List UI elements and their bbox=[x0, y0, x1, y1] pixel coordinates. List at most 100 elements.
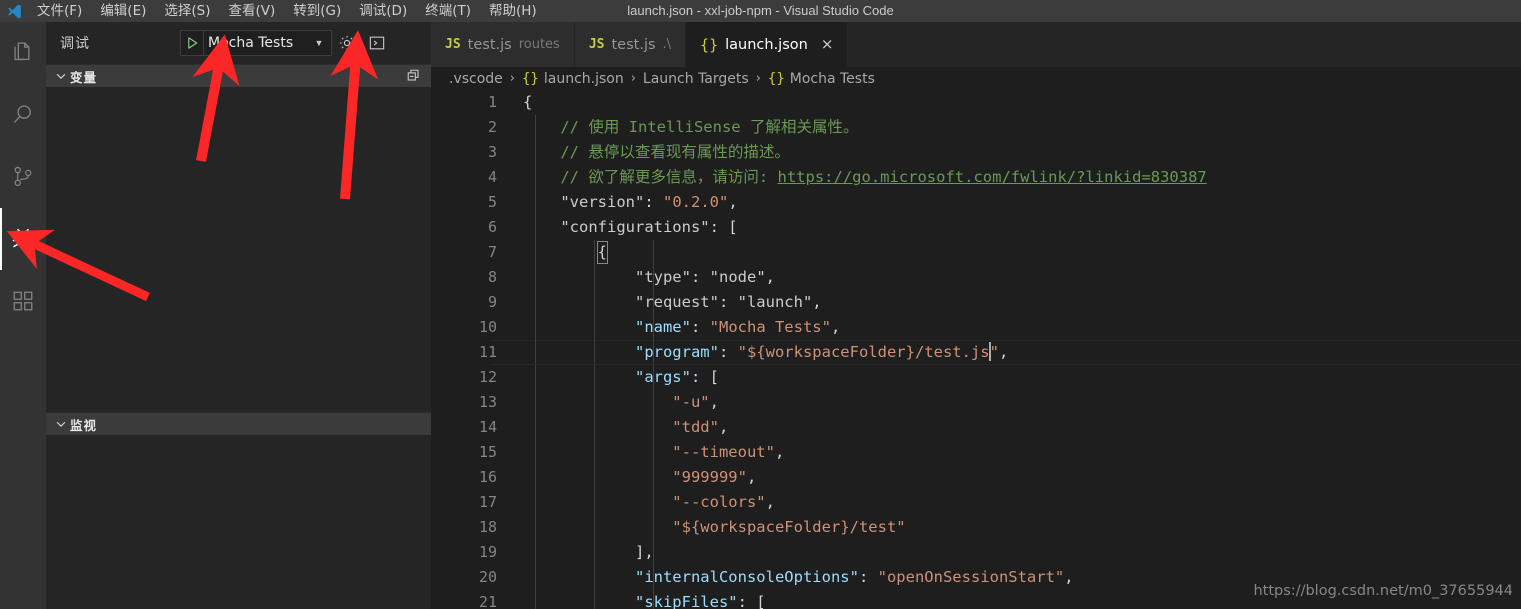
menu-help[interactable]: 帮助(H) bbox=[480, 0, 546, 22]
line-number: 6 bbox=[487, 218, 497, 236]
menu-edit[interactable]: 编辑(E) bbox=[91, 0, 155, 22]
activity-item-search[interactable] bbox=[0, 84, 46, 146]
pane-watch-body bbox=[46, 435, 431, 574]
menu-file[interactable]: 文件(F) bbox=[28, 0, 91, 22]
play-triangle-icon[interactable] bbox=[181, 31, 203, 55]
activity-bar bbox=[0, 22, 46, 609]
line-number: 16 bbox=[478, 468, 497, 486]
chevron-down-icon[interactable] bbox=[52, 69, 70, 83]
json-file-icon: {} bbox=[522, 70, 539, 87]
pane-watch-header[interactable]: 监视 bbox=[46, 412, 431, 435]
activity-item-source-control[interactable] bbox=[0, 146, 46, 208]
editor-tab-label: test.js bbox=[467, 36, 512, 53]
code-line: 18 "${workspaceFolder}/test" bbox=[431, 515, 1521, 540]
code-line: 2 // 使用 IntelliSense 了解相关属性。 bbox=[431, 115, 1521, 140]
line-content: "internalConsoleOptions": "openOnSession… bbox=[523, 568, 1074, 586]
debug-configuration-select[interactable]: Mocha Tests ▼ bbox=[180, 30, 332, 56]
breadcrumb-label: .vscode bbox=[449, 70, 503, 87]
breadcrumb-separator-icon: › bbox=[509, 71, 515, 86]
line-number: 7 bbox=[487, 243, 497, 261]
editor-tab-launch-json[interactable]: {} launch.json × bbox=[686, 22, 849, 67]
pane-variables-header[interactable]: 变量 bbox=[46, 64, 431, 87]
code-line: 17 "--colors", bbox=[431, 490, 1521, 515]
line-number: 18 bbox=[478, 518, 497, 536]
code-line: 4 // 欲了解更多信息，请访问: https://go.microsoft.c… bbox=[431, 165, 1521, 190]
menu-selection[interactable]: 选择(S) bbox=[155, 0, 219, 22]
code-editor[interactable]: 1 { 2 // 使用 IntelliSense 了解相关属性。 3 // 悬停… bbox=[431, 90, 1521, 609]
breadcrumb-item-launch-json[interactable]: {} launch.json bbox=[522, 71, 624, 87]
code-line: 19 ], bbox=[431, 540, 1521, 565]
code-line: 16 "999999", bbox=[431, 465, 1521, 490]
code-line-current: 11 "program": "${workspaceFolder}/test.j… bbox=[431, 340, 1521, 365]
line-number: 12 bbox=[478, 368, 497, 386]
line-content: "--timeout", bbox=[523, 443, 785, 461]
chevron-down-icon[interactable] bbox=[52, 417, 70, 431]
code-line: 9 "request": "launch", bbox=[431, 290, 1521, 315]
line-number: 9 bbox=[487, 293, 497, 311]
pane-variables-label: 变量 bbox=[70, 69, 98, 85]
activity-item-extensions[interactable] bbox=[0, 270, 46, 332]
code-line: 13 "-u", bbox=[431, 390, 1521, 415]
chevron-down-icon[interactable]: ▼ bbox=[311, 38, 327, 48]
source-control-icon bbox=[9, 163, 37, 191]
code-line: 10 "name": "Mocha Tests", bbox=[431, 315, 1521, 340]
menu-go[interactable]: 转到(G) bbox=[284, 0, 350, 22]
editor-tab-test-js-root[interactable]: JS test.js .\ bbox=[574, 22, 687, 67]
code-line: 7 { bbox=[431, 240, 1521, 265]
menu-view[interactable]: 查看(V) bbox=[220, 0, 285, 22]
line-number: 2 bbox=[487, 118, 497, 136]
line-content: "version": "0.2.0", bbox=[523, 193, 738, 211]
pane-variables-actions bbox=[403, 65, 431, 87]
line-content: "name": "Mocha Tests", bbox=[523, 318, 841, 336]
editor-tab-test-js-routes[interactable]: JS test.js routes bbox=[431, 22, 575, 67]
pane-variables-body bbox=[46, 87, 431, 412]
json-object-icon: {} bbox=[767, 70, 785, 87]
editor-tab-description: routes bbox=[518, 37, 560, 52]
breadcrumb-separator-icon: › bbox=[630, 71, 636, 86]
editor-tab-description: .\ bbox=[662, 37, 672, 52]
code-line: 1 { bbox=[431, 90, 1521, 115]
collapse-all-icon[interactable] bbox=[403, 65, 425, 87]
line-number: 15 bbox=[478, 443, 497, 461]
breadcrumb-separator-icon: › bbox=[755, 71, 761, 86]
code-line: 14 "tdd", bbox=[431, 415, 1521, 440]
files-explorer-icon bbox=[9, 39, 37, 67]
code-line: 6 "configurations": [ bbox=[431, 215, 1521, 240]
menu-debug[interactable]: 调试(D) bbox=[350, 0, 416, 22]
debug-configuration-value[interactable]: Mocha Tests bbox=[203, 31, 311, 55]
line-content: "program": "${workspaceFolder}/test.js", bbox=[523, 342, 1009, 361]
line-number: 11 bbox=[478, 343, 497, 361]
editor-tab-label: launch.json bbox=[725, 36, 808, 53]
line-number: 5 bbox=[487, 193, 497, 211]
breadcrumb-label: Launch Targets bbox=[642, 70, 749, 87]
close-icon[interactable]: × bbox=[821, 37, 834, 52]
code-line: 8 "type": "node", bbox=[431, 265, 1521, 290]
comment-link[interactable]: https://go.microsoft.com/fwlink/?linkid=… bbox=[778, 168, 1207, 186]
line-content: "--colors", bbox=[523, 493, 775, 511]
line-content: "999999", bbox=[523, 468, 757, 486]
breadcrumb-item-vscode[interactable]: .vscode bbox=[449, 71, 503, 87]
menu-terminal[interactable]: 终端(T) bbox=[416, 0, 480, 22]
breadcrumb-label: Mocha Tests bbox=[789, 70, 875, 87]
indent-guide bbox=[653, 240, 654, 265]
extensions-icon bbox=[9, 287, 37, 315]
breadcrumb-item-launch-targets[interactable]: Launch Targets bbox=[643, 71, 749, 87]
line-content: // 悬停以查看现有属性的描述。 bbox=[523, 143, 790, 161]
line-content: "configurations": [ bbox=[523, 218, 738, 236]
gear-icon[interactable] bbox=[332, 28, 362, 58]
line-content: "tdd", bbox=[523, 418, 729, 436]
js-file-icon: JS bbox=[445, 37, 461, 52]
breadcrumb-item-mocha-tests[interactable]: {} Mocha Tests bbox=[768, 71, 875, 87]
line-content: "type": "node", bbox=[523, 268, 775, 286]
code-line: 15 "--timeout", bbox=[431, 440, 1521, 465]
line-number: 14 bbox=[478, 418, 497, 436]
line-content: ], bbox=[523, 543, 654, 561]
line-number: 13 bbox=[478, 393, 497, 411]
activity-item-explorer[interactable] bbox=[0, 22, 46, 84]
activity-item-debug[interactable] bbox=[0, 208, 46, 270]
watermark: https://blog.csdn.net/m0_37655944 bbox=[1253, 583, 1513, 599]
breadcrumb-label: launch.json bbox=[543, 70, 624, 87]
menu-bar[interactable]: 文件(F) 编辑(E) 选择(S) 查看(V) 转到(G) 调试(D) 终端(T… bbox=[28, 0, 546, 22]
open-debug-console-icon[interactable] bbox=[362, 28, 392, 58]
editor-tab-label: test.js bbox=[611, 36, 656, 53]
